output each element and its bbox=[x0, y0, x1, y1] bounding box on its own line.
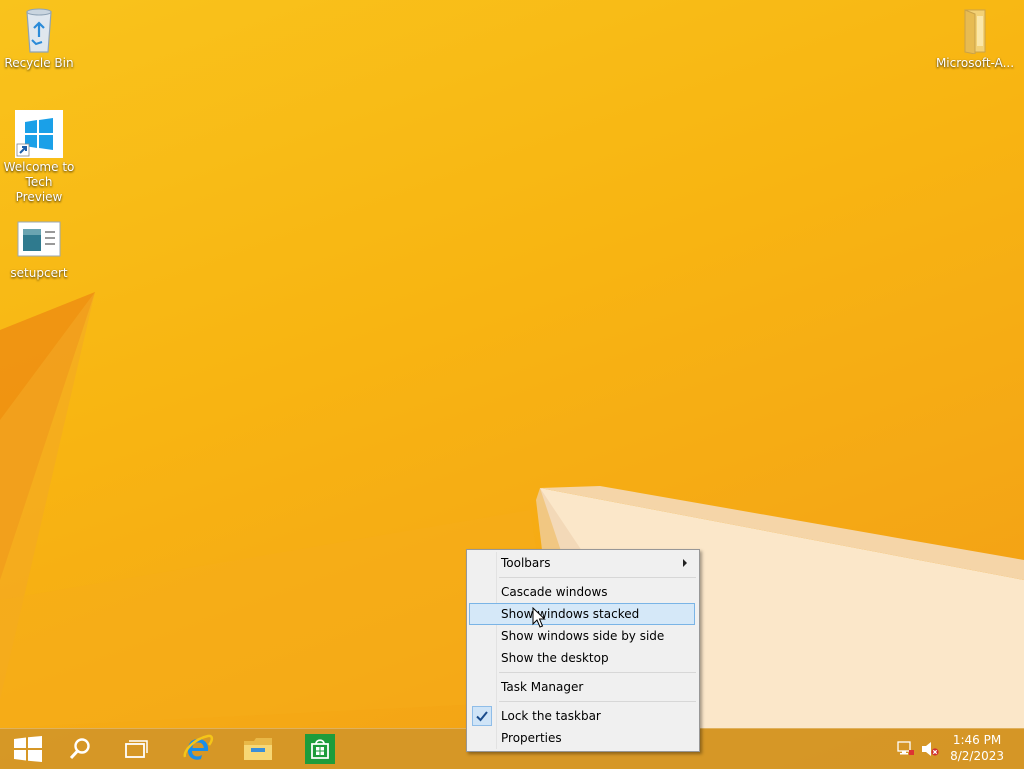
menu-item-label: Properties bbox=[501, 731, 562, 745]
menu-item-label: Toolbars bbox=[501, 556, 551, 570]
search-button[interactable] bbox=[52, 729, 108, 769]
desktop-icon-label: Recycle Bin bbox=[4, 56, 74, 70]
desktop-icon-microsoft-folder[interactable]: Microsoft-A... bbox=[934, 6, 1016, 71]
checkmark-icon bbox=[472, 706, 492, 726]
menu-item-task-manager[interactable]: Task Manager bbox=[469, 676, 695, 698]
menu-item-lock-the-taskbar[interactable]: Lock the taskbar bbox=[469, 705, 695, 727]
desktop-icon-setupcert[interactable]: setupcert bbox=[1, 216, 77, 281]
menu-item-show-windows-side-by-side[interactable]: Show windows side by side bbox=[469, 625, 695, 647]
network-icon bbox=[897, 741, 914, 755]
menu-item-toolbars[interactable]: Toolbars bbox=[469, 552, 695, 574]
windows-logo-shortcut-icon bbox=[15, 110, 63, 158]
menu-item-label: Lock the taskbar bbox=[501, 709, 601, 723]
taskbar-context-menu: Toolbars Cascade windows Show windows st… bbox=[466, 549, 700, 752]
volume-muted-icon bbox=[922, 742, 939, 756]
task-view-button[interactable] bbox=[108, 729, 164, 769]
certificate-file-icon bbox=[15, 216, 63, 264]
store-button[interactable] bbox=[292, 729, 348, 769]
menu-item-label: Cascade windows bbox=[501, 585, 608, 599]
network-tray-button[interactable] bbox=[896, 729, 916, 769]
menu-separator bbox=[499, 701, 696, 702]
submenu-arrow-icon bbox=[683, 559, 687, 567]
menu-separator bbox=[499, 672, 696, 673]
desktop-icon-label: Microsoft-A... bbox=[935, 56, 1015, 70]
folder-icon bbox=[951, 6, 999, 55]
mouse-cursor-icon bbox=[532, 607, 546, 628]
clock[interactable]: 1:46 PM 8/2/2023 bbox=[950, 732, 1004, 764]
clock-date: 8/2/2023 bbox=[950, 749, 1004, 763]
internet-explorer-button[interactable] bbox=[170, 729, 226, 769]
internet-explorer-icon bbox=[183, 734, 214, 760]
task-view-icon bbox=[125, 740, 148, 758]
desktop-icon-label: setupcert bbox=[10, 266, 68, 280]
start-icon bbox=[14, 736, 42, 762]
menu-item-show-the-desktop[interactable]: Show the desktop bbox=[469, 647, 695, 669]
menu-item-label: Show windows stacked bbox=[501, 607, 640, 621]
file-explorer-button[interactable] bbox=[230, 729, 286, 769]
search-icon bbox=[69, 738, 90, 760]
menu-separator bbox=[499, 577, 696, 578]
store-icon bbox=[305, 734, 335, 764]
clock-time: 1:46 PM bbox=[952, 733, 1002, 747]
start-button[interactable] bbox=[0, 729, 56, 769]
file-explorer-icon bbox=[244, 738, 272, 760]
menu-item-label: Task Manager bbox=[501, 680, 584, 694]
menu-item-properties[interactable]: Properties bbox=[469, 727, 695, 749]
menu-item-label: Show windows side by side bbox=[501, 629, 665, 643]
menu-item-show-windows-stacked[interactable]: Show windows stacked bbox=[469, 603, 695, 625]
desktop-icon-recycle-bin[interactable]: Recycle Bin bbox=[1, 6, 77, 71]
recycle-bin-icon bbox=[15, 6, 63, 54]
menu-item-label: Show the desktop bbox=[501, 651, 609, 665]
desktop-icon-welcome[interactable]: Welcome to Tech Preview bbox=[1, 110, 77, 205]
volume-tray-button[interactable] bbox=[920, 729, 940, 769]
desktop-icon-label: Welcome to Tech Preview bbox=[3, 160, 75, 204]
menu-item-cascade-windows[interactable]: Cascade windows bbox=[469, 581, 695, 603]
